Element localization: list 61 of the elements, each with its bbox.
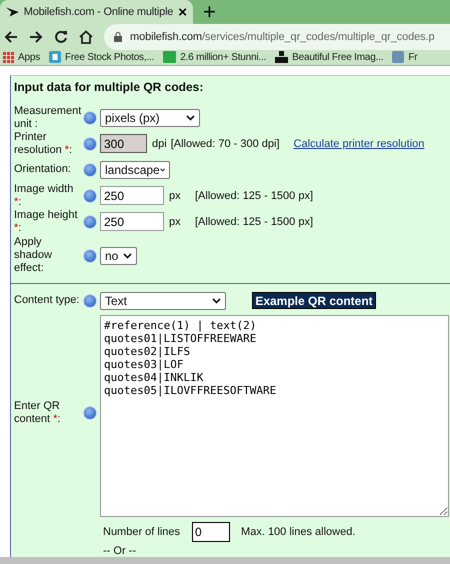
bookmark-link[interactable]: Apps — [3, 50, 40, 64]
bookmark-link[interactable]: Free Stock Photos,... — [49, 50, 154, 64]
field-label: Orientation: — [14, 163, 72, 176]
unit-label: px — [169, 216, 182, 228]
address-bar[interactable]: mobilefish.com/services/multiple_qr_codes/multiple_qr_codes.p — [104, 24, 450, 50]
input-field[interactable]: 250 — [100, 212, 164, 232]
help-icon[interactable] — [83, 136, 97, 151]
help-icon[interactable] — [83, 188, 97, 203]
browser-tab[interactable]: Mobilefish.com - Online multiple × — [0, 0, 193, 24]
dropdown[interactable]: landscape — [100, 160, 170, 179]
or-separator: -- Or -- — [102, 544, 137, 557]
help-icon[interactable] — [83, 110, 97, 125]
caret-icon — [186, 114, 195, 121]
home-button[interactable] — [79, 30, 93, 44]
lines-note: Max. 100 lines allowed. — [241, 526, 356, 538]
square-icon — [163, 51, 176, 64]
fish-icon — [6, 6, 19, 18]
back-button[interactable] — [4, 30, 18, 44]
field-label: Image width *: — [14, 182, 74, 209]
caret-icon — [123, 252, 132, 259]
field-label: Enter QR content *: — [14, 400, 62, 426]
grid-icon — [3, 52, 14, 63]
calculate-link[interactable]: Calculate printer resolution — [294, 138, 424, 150]
close-tab-button[interactable]: × — [178, 4, 187, 20]
camera-icon — [275, 51, 288, 64]
allowed-range: [Allowed: 125 - 1500 px] — [195, 190, 314, 202]
unit-label: px — [169, 190, 182, 202]
field-label: Measurement unit : — [14, 104, 80, 131]
bookmark-link[interactable]: Beautiful Free Imag... — [275, 50, 384, 64]
help-icon[interactable] — [83, 294, 97, 308]
help-icon[interactable] — [83, 248, 97, 263]
lines-label: Number of lines — [103, 526, 180, 538]
lock-icon — [114, 32, 122, 42]
field-label: Printer resolution *: — [14, 130, 74, 157]
image-icon — [392, 51, 404, 64]
dropdown[interactable]: no — [100, 246, 137, 265]
caret-icon — [212, 298, 221, 304]
field-label: Content type: — [14, 294, 80, 308]
unit-label: dpi — [152, 138, 167, 150]
bookmark-link[interactable]: 2.6 million+ Stunni... — [163, 50, 266, 64]
lines-input[interactable]: 0 — [192, 522, 230, 542]
new-tab-button[interactable]: + — [203, 1, 216, 23]
field-label: Image height *: — [14, 208, 79, 235]
content-textarea[interactable]: #reference(1) | text(2) quotes01|LISTOFFREEWARE quotes02|ILFS quotes03|LOF quotes04|INKLIK quotes05|ILOVFFREESOFTWARE — [100, 314, 449, 517]
input-field[interactable]: 250 — [100, 186, 164, 206]
help-icon[interactable] — [83, 214, 97, 229]
field-label: Apply shadow effect: — [14, 236, 53, 276]
reload-button[interactable] — [54, 30, 68, 44]
caret-icon — [160, 166, 165, 173]
allowed-range: [Allowed: 70 - 300 dpi] — [170, 138, 280, 150]
allowed-range: [Allowed: 125 - 1500 px] — [195, 216, 314, 228]
page-icon — [49, 51, 61, 64]
example-button[interactable]: Example QR content — [252, 292, 376, 310]
dropdown[interactable]: Text — [100, 292, 226, 310]
help-icon[interactable] — [83, 162, 97, 177]
help-icon[interactable] — [83, 406, 97, 420]
dropdown[interactable]: pixels (px) — [100, 108, 200, 127]
input-field[interactable]: 300 — [100, 134, 147, 154]
form-title: Input data for multiple QR codes: — [14, 80, 204, 94]
bookmark-link[interactable]: Fr — [392, 50, 418, 64]
forward-button[interactable] — [29, 30, 43, 44]
